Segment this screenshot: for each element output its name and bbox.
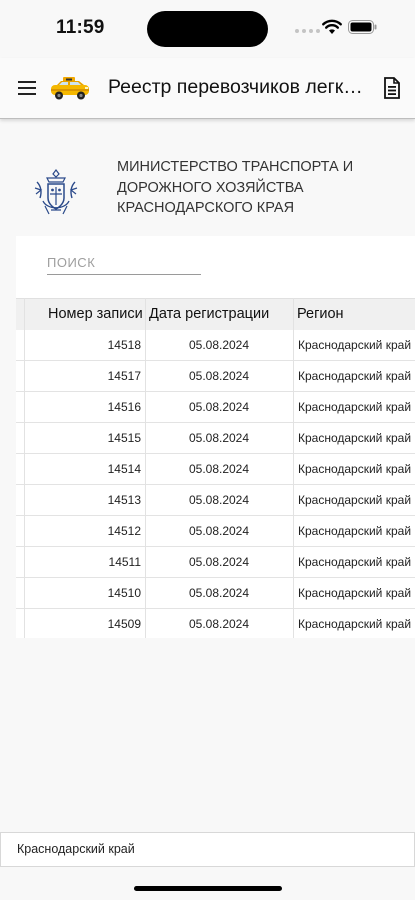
registration-date-cell: 05.08.2024 <box>188 431 250 445</box>
wifi-icon <box>322 19 342 34</box>
taxi-car-icon <box>51 77 89 100</box>
region-cell: Краснодарский край <box>298 586 412 600</box>
table-row[interactable]: 14511 05.08.2024 Краснодарский край <box>16 547 415 578</box>
region-filter-value: Краснодарский край <box>17 842 135 856</box>
page-title: Реестр перевозчиков легк… <box>108 76 363 98</box>
column-divider <box>145 298 146 638</box>
column-divider <box>293 298 294 638</box>
record-number-cell: 14518 <box>107 338 141 352</box>
registration-date-cell: 05.08.2024 <box>188 555 250 569</box>
table-row[interactable]: 14509 05.08.2024 Краснодарский край <box>16 609 415 638</box>
column-header-region[interactable]: Регион <box>297 299 415 330</box>
status-bar: 11:59 <box>0 0 415 58</box>
table-row[interactable]: 14516 05.08.2024 Краснодарский край <box>16 392 415 423</box>
registration-date-cell: 05.08.2024 <box>188 524 250 538</box>
record-number-cell: 14510 <box>107 586 141 600</box>
table-row[interactable]: 14515 05.08.2024 Краснодарский край <box>16 423 415 454</box>
region-cell: Краснодарский край <box>298 462 412 476</box>
region-cell: Краснодарский край <box>298 524 412 538</box>
column-divider <box>24 298 25 638</box>
region-cell: Краснодарский край <box>298 555 412 569</box>
ministry-name: МИНИСТЕРСТВО ТРАНСПОРТА И ДОРОЖНОГО ХОЗЯ… <box>117 159 354 216</box>
record-number-cell: 14509 <box>107 617 141 631</box>
table-row[interactable]: 14518 05.08.2024 Краснодарский край <box>16 330 415 361</box>
status-time: 11:59 <box>56 17 105 38</box>
region-filter-field[interactable]: Краснодарский край <box>0 832 415 867</box>
record-number-cell: 14513 <box>107 493 141 507</box>
column-header-date[interactable]: Дата регистрации <box>149 299 295 330</box>
home-indicator[interactable] <box>134 886 282 891</box>
registration-date-cell: 05.08.2024 <box>188 586 250 600</box>
record-number-cell: 14511 <box>108 555 141 569</box>
table-row[interactable]: 14513 05.08.2024 Краснодарский край <box>16 485 415 516</box>
region-cell: Краснодарский край <box>298 431 412 445</box>
registry-table: Номер записи Дата регистрации Регион 145… <box>16 298 415 638</box>
region-cell: Краснодарский край <box>298 617 412 631</box>
registration-date-cell: 05.08.2024 <box>188 617 250 631</box>
region-cell: Краснодарский край <box>298 338 412 352</box>
krasnodar-krai-emblem <box>34 169 78 215</box>
record-number-cell: 14516 <box>107 400 141 414</box>
registration-date-cell: 05.08.2024 <box>188 400 250 414</box>
table-header: Номер записи Дата регистрации Регион <box>16 298 415 331</box>
battery-icon <box>348 20 377 34</box>
dynamic-island <box>147 11 268 47</box>
signal-icon <box>295 29 320 33</box>
registration-date-cell: 05.08.2024 <box>188 369 250 383</box>
record-number-cell: 14515 <box>107 431 141 445</box>
search-input[interactable] <box>47 252 201 275</box>
document-icon[interactable] <box>383 77 401 99</box>
table-row[interactable]: 14510 05.08.2024 Краснодарский край <box>16 578 415 609</box>
table-row[interactable]: 14517 05.08.2024 Краснодарский край <box>16 361 415 392</box>
record-number-cell: 14514 <box>107 462 141 476</box>
record-number-cell: 14517 <box>107 369 141 383</box>
region-cell: Краснодарский край <box>298 400 412 414</box>
record-number-cell: 14512 <box>107 524 141 538</box>
registration-date-cell: 05.08.2024 <box>188 462 250 476</box>
registration-date-cell: 05.08.2024 <box>188 493 250 507</box>
table-row[interactable]: 14512 05.08.2024 Краснодарский край <box>16 516 415 547</box>
column-header-number[interactable]: Номер записи <box>48 299 148 330</box>
region-cell: Краснодарский край <box>298 493 412 507</box>
registration-date-cell: 05.08.2024 <box>188 338 250 352</box>
region-cell: Краснодарский край <box>298 369 412 383</box>
menu-button[interactable] <box>14 76 40 100</box>
app-bar: Реестр перевозчиков легк… <box>0 58 415 119</box>
table-row[interactable]: 14514 05.08.2024 Краснодарский край <box>16 454 415 485</box>
